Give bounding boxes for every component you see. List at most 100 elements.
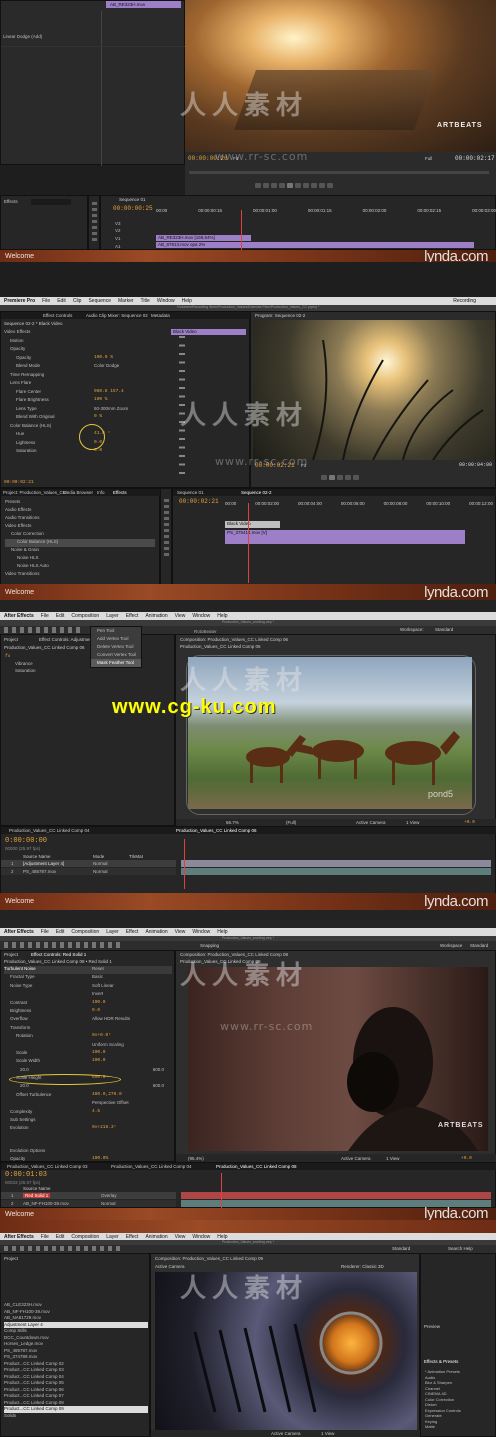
ec-row[interactable]: Flare Center 960.8 157.4 [4, 389, 169, 398]
project-tab[interactable]: Project [4, 952, 18, 957]
lift-button[interactable] [345, 475, 351, 480]
ec-row[interactable]: Contrast 100.0 [4, 1000, 172, 1008]
ec-row-value[interactable]: 0.0 [92, 1008, 100, 1016]
ec-row[interactable]: Scale Width 100.0 [4, 1058, 172, 1066]
menu-item-pen-tool[interactable]: Pen Tool [91, 627, 141, 635]
ec-row[interactable]: Flare Brightness 100 % [4, 397, 169, 406]
effects-tree-item[interactable]: Noise HLS Auto [5, 563, 155, 571]
menu-view[interactable]: View [175, 613, 186, 619]
layer-row[interactable]: 1 [Adjustment Layer 4] Normal [1, 860, 176, 867]
ec-row[interactable]: Complexity 4.5 [4, 1109, 172, 1117]
tab-audio-mixer[interactable]: Audio Clip Mixer: Sequence 02 [86, 313, 148, 318]
ec-row-value[interactable]: 4.5 [92, 1109, 100, 1117]
extract-button[interactable] [353, 475, 359, 480]
ec-clip-bar[interactable]: Black Video [171, 329, 246, 335]
menu-edit[interactable]: Edit [56, 929, 65, 935]
ec-row[interactable]: Blend Mode Color Dodge [4, 363, 169, 372]
menu-item-add-vertex[interactable]: Add Vertex Tool [91, 635, 141, 643]
menu-marker[interactable]: Marker [118, 298, 134, 304]
menu-file[interactable]: File [41, 613, 49, 619]
media-browser-tab[interactable]: Media Browser [63, 490, 93, 495]
ec-row[interactable]: Turbulent Noise Reset [4, 966, 172, 975]
menu-edit[interactable]: Edit [56, 1234, 65, 1240]
menu-file[interactable]: File [42, 298, 50, 304]
sequence-timecode[interactable]: 00:00:00:25 [113, 205, 153, 212]
ec-row-value[interactable]: 100.0 [92, 1058, 106, 1066]
comp-tab[interactable]: Composition: Production_Values_CC Linked… [180, 952, 288, 957]
active-camera-select[interactable]: Active Camera [271, 1431, 301, 1436]
menu-window[interactable]: Window [192, 613, 210, 619]
layer-row[interactable]: 2 AB_NF-FH100-39.mov Normal [1, 1200, 176, 1207]
ec-row[interactable]: Evolution 0x+218.3° [4, 1125, 172, 1133]
step-forward-button[interactable] [295, 183, 301, 188]
workspace-select[interactable]: Standard [392, 1246, 410, 1251]
ec-timecode[interactable]: 00:00:02:21 [4, 480, 34, 485]
menu-view[interactable]: View [175, 929, 186, 935]
tool-buttons[interactable] [4, 1246, 124, 1251]
timeline-tab-3[interactable]: Production_Values_CC Linked Comp 08 [216, 1164, 296, 1169]
exposure-value[interactable]: +0.0 [464, 820, 475, 825]
ec-row[interactable]: Blend With Original 0 % [4, 414, 169, 423]
menu-effect[interactable]: Effect [126, 929, 139, 935]
lift-button[interactable] [311, 183, 317, 188]
layer-mode-select[interactable]: Normal [93, 869, 108, 874]
menu-help[interactable]: Help [182, 298, 192, 304]
timeline-tab-2[interactable]: Production_Values_CC Linked Comp 04 [111, 1164, 191, 1169]
clip-bar[interactable]: AB_RE323H.mov [106, 1, 181, 8]
playhead[interactable] [241, 210, 242, 250]
effects-tree-item[interactable]: Noise HLS [5, 555, 155, 563]
timeline-tab-1[interactable]: Production_Values_CC Linked Comp 04 [9, 828, 89, 833]
menu-title[interactable]: Title [141, 298, 150, 304]
menu-file[interactable]: File [41, 929, 49, 935]
project-tab[interactable]: Project: Production_Values_CC [3, 490, 66, 495]
mark-out-button[interactable] [263, 183, 269, 188]
ec-row-value[interactable]: Reset [92, 966, 104, 974]
zoom-select[interactable]: (95.4%) [188, 1156, 204, 1161]
menu-animation[interactable]: Animation [145, 613, 167, 619]
step-forward-button[interactable] [337, 475, 343, 480]
workspace-select[interactable]: Standard [435, 627, 453, 632]
menu-layer[interactable]: Layer [106, 613, 119, 619]
effects-search-input[interactable] [31, 199, 71, 205]
menu-window[interactable]: Window [157, 298, 175, 304]
effects-tab[interactable]: Effects [4, 199, 18, 204]
menu-window[interactable]: Window [192, 1234, 210, 1240]
ec-row[interactable]: Overflow Allow HDR Results [4, 1016, 172, 1024]
menu-edit[interactable]: Edit [56, 613, 65, 619]
layer-row[interactable]: 2 PS_485787.mov Normal [1, 868, 176, 875]
layer-row[interactable]: 1 Red Solid 1 Overlay [1, 1192, 176, 1199]
info-tab[interactable]: Info [97, 490, 105, 495]
ec-row[interactable]: Saturation 0.0 [4, 448, 169, 457]
menu-window[interactable]: Window [192, 929, 210, 935]
ec-row[interactable]: 20.0 600.0 [4, 1083, 172, 1091]
layer-bar[interactable] [181, 1192, 491, 1199]
go-to-in-button[interactable] [271, 183, 277, 188]
ec-row-vibrance[interactable]: Vibrance [15, 661, 33, 666]
timeline-ruler[interactable]: 00:00 00:00:02:00 00:00:04:00 00:00:06:0… [225, 501, 493, 506]
menu-layer[interactable]: Layer [106, 929, 119, 935]
search-help-input[interactable]: Search Help [448, 1246, 473, 1251]
view-layout-select[interactable]: 1 View [386, 1156, 399, 1161]
menu-item-mask-feather[interactable]: Mask Feather Tool [91, 659, 141, 667]
tab-metadata[interactable]: Metadata [151, 313, 170, 318]
timeline-timecode[interactable]: 0:00:00:00 [5, 837, 47, 845]
menu-composition[interactable]: Composition [71, 613, 99, 619]
layer-mode-select[interactable]: Normal [93, 861, 108, 866]
fx-icon[interactable]: fx [5, 654, 10, 659]
sequence-tab[interactable]: Sequence 01 [119, 197, 146, 202]
ec-row[interactable]: Video Effects [4, 329, 169, 338]
layer-bar[interactable] [181, 860, 491, 867]
playhead[interactable] [184, 839, 185, 889]
timeline-timecode[interactable]: 0:00:01:03 [5, 1171, 47, 1179]
layer-name[interactable]: AB_NF-FH100-39.mov [23, 1201, 69, 1206]
ec-row[interactable]: Fractal Type Basic [4, 974, 172, 982]
workspace-select[interactable]: Standard [470, 943, 488, 948]
timeline-clip[interactable]: PS_375414.mov [V] [225, 530, 465, 544]
tool-buttons[interactable] [92, 202, 97, 242]
menu-layer[interactable]: Layer [106, 1234, 119, 1240]
step-back-button[interactable] [321, 475, 327, 480]
ec-row[interactable]: Invert [4, 991, 172, 999]
renderer-label[interactable]: Renderer: Classic 3D [341, 1264, 384, 1269]
ec-row-value[interactable]: 50-300mm Zoom [94, 406, 128, 415]
tool-buttons[interactable] [164, 499, 169, 559]
